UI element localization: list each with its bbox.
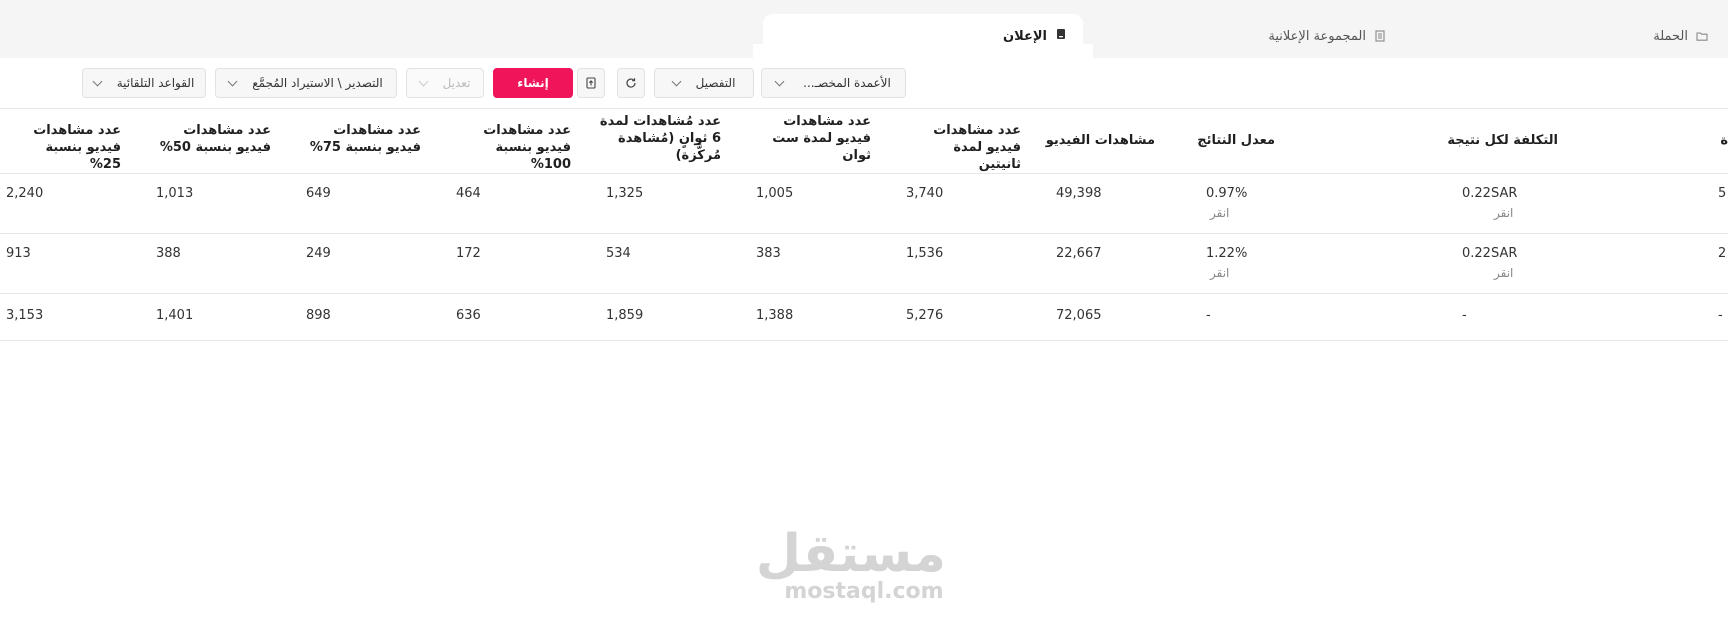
column-header-6s-views[interactable]: عدد مشاهدات فيديو لمدة ست ثوان bbox=[763, 113, 871, 164]
toolbar: الأعمدة المخصـ... التفصيل إنشاء تعديل ال… bbox=[0, 58, 1728, 108]
cell-focused-6s-views: 1,859 bbox=[606, 308, 644, 323]
cell-result-rate: 1.22% bbox=[1206, 246, 1248, 261]
cell-focused-6s-views: 534 bbox=[606, 246, 631, 261]
column-header-clipped: ة bbox=[1720, 133, 1728, 148]
table-row[interactable]: 2 0.22SAR انقر 1.22% انقر 22,667 1,536 3… bbox=[0, 234, 1728, 294]
refresh-button[interactable] bbox=[617, 68, 645, 98]
tab-notch-right bbox=[1083, 44, 1093, 58]
automated-rules-dropdown[interactable]: القواعد التلقائية bbox=[82, 68, 206, 98]
cell-100-percent: 636 bbox=[456, 308, 481, 323]
cell-6s-views: 1,388 bbox=[756, 308, 794, 323]
cell-edge: 5 bbox=[1718, 186, 1727, 201]
cell-100-percent: 464 bbox=[456, 186, 481, 201]
cell-6s-views: 1,005 bbox=[756, 186, 794, 201]
cell-cost-per-result: - bbox=[1462, 308, 1467, 323]
table-row[interactable]: 5 0.22SAR انقر 0.97% انقر 49,398 3,740 1… bbox=[0, 174, 1728, 234]
import-file-button[interactable] bbox=[577, 68, 605, 98]
custom-columns-label: الأعمدة المخصـ... bbox=[803, 76, 891, 90]
cell-75-percent: 249 bbox=[306, 246, 331, 261]
ad-doc-icon bbox=[1055, 28, 1067, 44]
column-header-50-percent[interactable]: عدد مشاهدات فيديو بنسبة 50% bbox=[151, 122, 271, 156]
column-header-result-rate[interactable]: معدل النتائج bbox=[1145, 132, 1275, 149]
tab-bar: الحملة المجموعة الإعلانية الإعلان bbox=[0, 0, 1728, 58]
tab-campaign-label: الحملة bbox=[1653, 28, 1688, 44]
chevron-down-icon bbox=[92, 76, 103, 86]
tab-ad[interactable]: الإعلان bbox=[763, 14, 1083, 58]
watermark-arabic: مستقل bbox=[755, 524, 946, 584]
cell-2s-views: 3,740 bbox=[906, 186, 944, 201]
cell-75-percent: 898 bbox=[306, 308, 331, 323]
table-header: ة التكلفة لكل نتيجة معدل النتائج مشاهدات… bbox=[0, 108, 1728, 174]
tab-adset[interactable]: المجموعة الإعلانية bbox=[1268, 23, 1386, 49]
column-header-2s-views[interactable]: عدد مشاهدات فيديو لمدة ثانيتين bbox=[911, 122, 1021, 173]
column-header-25-percent[interactable]: عدد مشاهدات فيديو بنسبة 25% bbox=[11, 122, 121, 173]
column-header-75-percent[interactable]: عدد مشاهدات فيديو بنسبة 75% bbox=[301, 122, 421, 156]
cell-edge: 2 bbox=[1718, 246, 1727, 261]
file-upload-icon bbox=[586, 77, 596, 89]
cell-2s-views: 1,536 bbox=[906, 246, 944, 261]
tab-campaign[interactable]: الحملة bbox=[1653, 23, 1708, 49]
bulk-export-import-dropdown[interactable]: التصدير \ الاستيراد المُجمَّع bbox=[215, 68, 397, 98]
cell-2s-views: 5,276 bbox=[906, 308, 944, 323]
chevron-down-icon bbox=[227, 76, 238, 86]
refresh-icon bbox=[626, 78, 636, 88]
cell-rate-subtext: انقر bbox=[1210, 266, 1230, 280]
cell-50-percent: 388 bbox=[156, 246, 181, 261]
column-header-cost-per-result[interactable]: التكلفة لكل نتيجة bbox=[1408, 132, 1558, 149]
cell-50-percent: 1,401 bbox=[156, 308, 194, 323]
automated-rules-label: القواعد التلقائية bbox=[116, 76, 195, 90]
cell-25-percent: 2,240 bbox=[6, 186, 44, 201]
column-header-100-percent[interactable]: عدد مشاهدات فيديو بنسبة 100% bbox=[451, 122, 571, 173]
breakdown-label: التفصيل bbox=[695, 76, 736, 90]
cell-6s-views: 383 bbox=[756, 246, 781, 261]
tab-adset-label: المجموعة الإعلانية bbox=[1268, 28, 1366, 44]
cell-cost-per-result: 0.22SAR bbox=[1462, 246, 1518, 261]
cell-cost-subtext: انقر bbox=[1494, 206, 1514, 220]
cell-video-views: 72,065 bbox=[1056, 308, 1102, 323]
cell-75-percent: 649 bbox=[306, 186, 331, 201]
column-header-video-views[interactable]: مشاهدات الفيديو bbox=[1025, 132, 1155, 149]
tab-ad-label: الإعلان bbox=[1003, 28, 1047, 44]
column-header-focused-6s-views[interactable]: عدد مُشاهدات لمدة 6 ثوانٍ (مُشاهدة مُركَ… bbox=[591, 113, 721, 164]
cell-cost-per-result: 0.22SAR bbox=[1462, 186, 1518, 201]
chevron-down-icon bbox=[418, 76, 429, 86]
cell-result-rate: 0.97% bbox=[1206, 186, 1248, 201]
cell-rate-subtext: انقر bbox=[1210, 206, 1230, 220]
cell-video-views: 49,398 bbox=[1056, 186, 1102, 201]
watermark-logo: مستقل mostaql.com bbox=[755, 524, 946, 604]
cell-25-percent: 913 bbox=[6, 246, 31, 261]
bulk-export-import-label: التصدير \ الاستيراد المُجمَّع bbox=[252, 76, 383, 90]
table-row-totals: - - - 72,065 5,276 1,388 1,859 636 898 1… bbox=[0, 294, 1728, 341]
cell-video-views: 22,667 bbox=[1056, 246, 1102, 261]
edit-label: تعديل bbox=[442, 76, 471, 90]
create-label: إنشاء bbox=[517, 76, 549, 90]
chevron-down-icon bbox=[774, 76, 785, 86]
cell-result-rate: - bbox=[1206, 308, 1211, 323]
cell-focused-6s-views: 1,325 bbox=[606, 186, 644, 201]
cell-25-percent: 3,153 bbox=[6, 308, 44, 323]
cell-cost-subtext: انقر bbox=[1494, 266, 1514, 280]
chevron-down-icon bbox=[671, 76, 682, 86]
folder-icon bbox=[1696, 30, 1708, 42]
custom-columns-dropdown[interactable]: الأعمدة المخصـ... bbox=[761, 68, 906, 98]
cell-50-percent: 1,013 bbox=[156, 186, 194, 201]
watermark-latin: mostaql.com bbox=[784, 579, 944, 604]
create-button[interactable]: إنشاء bbox=[493, 68, 573, 98]
breakdown-dropdown[interactable]: التفصيل bbox=[654, 68, 754, 98]
grid-doc-icon bbox=[1374, 30, 1386, 42]
tab-notch-left bbox=[753, 44, 763, 58]
edit-dropdown[interactable]: تعديل bbox=[406, 68, 484, 98]
cell-edge: - bbox=[1718, 308, 1723, 323]
cell-100-percent: 172 bbox=[456, 246, 481, 261]
